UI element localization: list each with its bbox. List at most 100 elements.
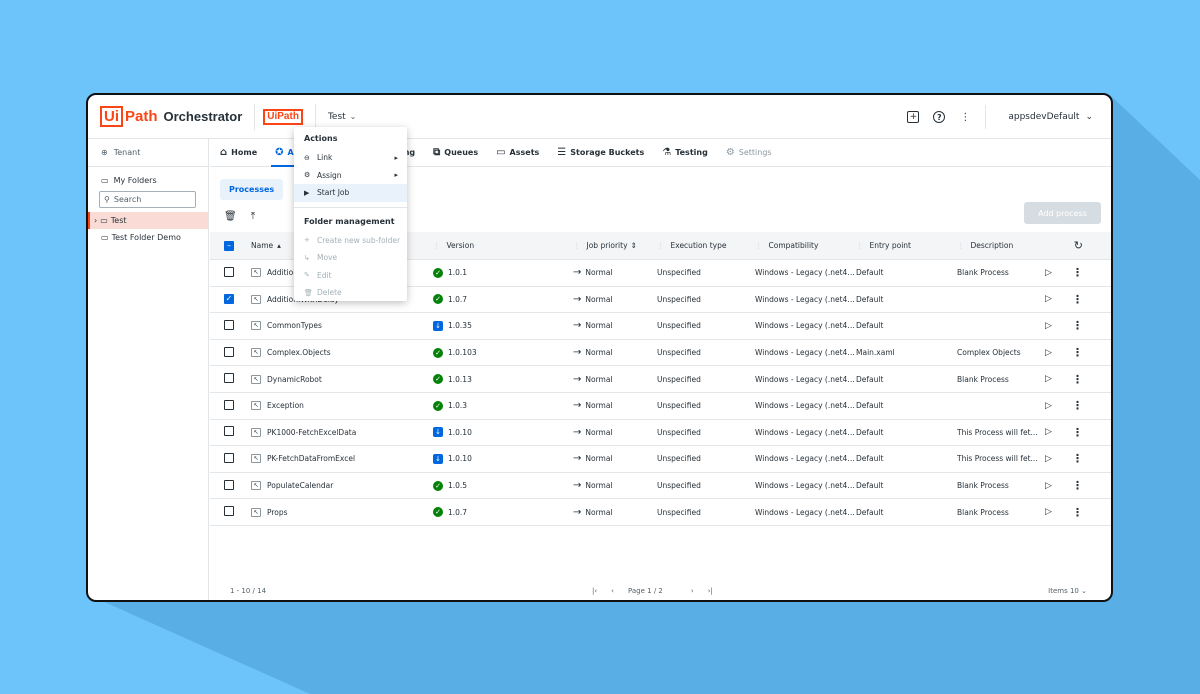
table-row[interactable]: ↖ CommonTypes ↓ 1.0.35 → Normal Unspecified Win… [210,313,1111,340]
play-icon[interactable]: ▷ [1045,321,1052,331]
header-desc[interactable]: ⋮ Description [957,241,1043,250]
tenant-link[interactable]: ⊕ Tenant [88,139,208,167]
menu-item-move[interactable]: ↳ Move [294,249,407,267]
menu-item-create-subfolder[interactable]: + Create new sub-folder [294,232,407,250]
table-row[interactable]: ↖ Props ✓ 1.0.7 → Normal Unspecified Windows - … [210,499,1111,526]
sidebar-item-test-folder-demo[interactable]: ▭ Test Folder Demo [88,229,208,246]
play-icon[interactable]: ▷ [1045,348,1052,358]
cell-exec: Unspecified [657,321,701,331]
row-checkbox[interactable] [210,506,243,518]
more-vert-icon[interactable]: ⋮ [1072,479,1083,492]
table-row[interactable]: ↖ PK-FetchDataFromExcel ↓ 1.0.10 → Normal Unsp… [210,446,1111,473]
more-vert-icon[interactable]: ⋮ [1072,426,1083,439]
checkbox-icon [224,266,234,277]
tab-automations[interactable]: ✪ A [271,139,296,167]
more-vert-icon[interactable]: ⋮ [1072,506,1083,519]
play-icon[interactable]: ▷ [1045,374,1052,384]
tab-home[interactable]: ⌂ Home [220,139,257,167]
row-checkbox[interactable] [210,399,243,412]
delete-icon[interactable]: 🗑 [224,211,237,222]
add-icon[interactable]: + [907,111,920,123]
upload-icon[interactable]: ⤒ [251,211,255,222]
uipath-logo[interactable]: Ui [100,106,123,127]
tab-settings[interactable]: ⚙ Settings [726,139,772,167]
more-vert-icon[interactable]: ⋮ [1072,452,1083,465]
play-icon[interactable]: ▷ [1045,401,1052,411]
header-compat[interactable]: ⋮ Compatibility [755,241,856,250]
select-all-checkbox[interactable]: – [210,240,243,251]
more-vert-icon[interactable]: ⋮ [1072,293,1083,306]
next-page-icon[interactable]: › [691,587,694,595]
subtab-processes[interactable]: Processes [220,179,284,200]
cell-priority: → Normal [573,267,655,278]
sidebar-item-label: Test [110,216,127,225]
more-vert-icon[interactable]: ⋮ [1072,346,1083,359]
org-logo[interactable]: Ui Path [263,108,303,125]
tab-label: A [287,148,294,157]
header-version[interactable]: ⋮ Version [433,241,573,250]
divider [254,103,256,130]
more-vert-icon[interactable]: ⋮ [1072,319,1083,332]
column-handle-icon: ⋮ [856,241,864,250]
my-folders[interactable]: ▭ My Folders [88,167,208,185]
last-page-icon[interactable]: ›| [708,587,713,595]
menu-item-assign[interactable]: ⚙ Assign ▸ [294,167,407,185]
more-vert-icon[interactable]: ⋮ [1072,399,1083,412]
header-entry[interactable]: ⋮ Entry point [856,241,957,250]
menu-item-start-job[interactable]: ▶ Start Job [294,184,407,202]
table-row[interactable]: ↖ Complex.Objects ✓ 1.0.103 → Normal Unspecifi… [210,340,1111,367]
table-row[interactable]: ↖ DynamicRobot ✓ 1.0.13 → Normal Unspecified Wi… [210,366,1111,393]
more-vert-icon[interactable]: ⋮ [1072,373,1083,386]
row-checkbox[interactable] [210,452,243,465]
play-icon[interactable]: ▷ [1045,294,1052,304]
tab-storage-buckets[interactable]: ☰ Storage Buckets [557,139,644,167]
header-priority[interactable]: ⋮ Job priority ⇕ [573,241,655,250]
row-checkbox[interactable] [210,266,243,279]
menu-item-link[interactable]: ⊖ Link ▸ [294,149,407,167]
my-folders-label: My Folders [113,176,157,185]
more-vert-icon[interactable]: ⋮ [1072,266,1083,279]
cell-actions: ▷ ⋮ [1043,452,1083,465]
play-icon[interactable]: ▷ [1045,481,1052,491]
folder-icon: ▭ [101,233,109,242]
cell-priority: → Normal [573,294,655,305]
items-per-page[interactable]: Items 10 ⌄ [1048,587,1087,595]
row-checkbox[interactable] [210,319,243,332]
download-icon: ↓ [433,427,443,438]
row-checkbox[interactable] [210,479,243,492]
table-row[interactable]: ↖ PopulateCalendar ✓ 1.0.5 → Normal Unspecifie… [210,473,1111,500]
row-checkbox[interactable] [210,346,243,359]
play-icon[interactable]: ▷ [1045,427,1052,437]
cell-name: ↖ Exception [243,401,433,411]
cell-actions: ▷ ⋮ [1043,346,1083,359]
add-process-button[interactable]: Add process [1024,202,1101,224]
play-icon[interactable]: ▷ [1045,454,1052,464]
first-page-icon[interactable]: |‹ [592,587,597,595]
table-row[interactable]: ↖ PK1000-FetchExcelData ↓ 1.0.10 → Normal Unsp… [210,420,1111,447]
header-exec[interactable]: ⋮ Execution type [655,241,755,250]
refresh-icon[interactable]: ↻ [1074,239,1083,252]
play-icon[interactable]: ▷ [1045,507,1052,517]
more-vert-icon[interactable]: ⋮ [959,111,971,123]
menu-item-edit[interactable]: ✎ Edit [294,267,407,285]
row-checkbox[interactable] [210,426,243,438]
sidebar-item-test[interactable]: › ▭ Test [88,212,208,229]
table-row[interactable]: ↖ Exception ✓ 1.0.3 → Normal Unspecified Window… [210,393,1111,420]
row-checkbox[interactable]: ✓ [210,294,243,305]
tenant-selector[interactable]: Test ⌄ [328,112,356,122]
play-icon[interactable]: ▷ [1045,268,1052,278]
chevron-right-icon: › [94,216,98,225]
cell-exec: Unspecified [657,374,701,384]
tab-queues[interactable]: ⧉ Queues [433,139,478,167]
tab-testing[interactable]: ⚗ Testing [662,139,708,167]
user-menu[interactable]: appsdevDefault ⌄ [1008,112,1093,122]
prev-page-icon[interactable]: ‹ [611,587,614,595]
folder-sidebar: ⊕ Tenant ▭ My Folders ⚲ Search › ▭ Test … [88,139,209,600]
help-icon[interactable]: ? [933,111,946,123]
tab-assets[interactable]: ▭ Assets [496,139,539,167]
folder-search-input[interactable]: ⚲ Search [99,191,196,208]
page-indicator: Page 1 / 2 [627,587,663,595]
row-checkbox[interactable] [210,373,243,385]
menu-item-delete[interactable]: 🗑 Delete [294,284,407,302]
items-label: Items [1048,587,1068,595]
